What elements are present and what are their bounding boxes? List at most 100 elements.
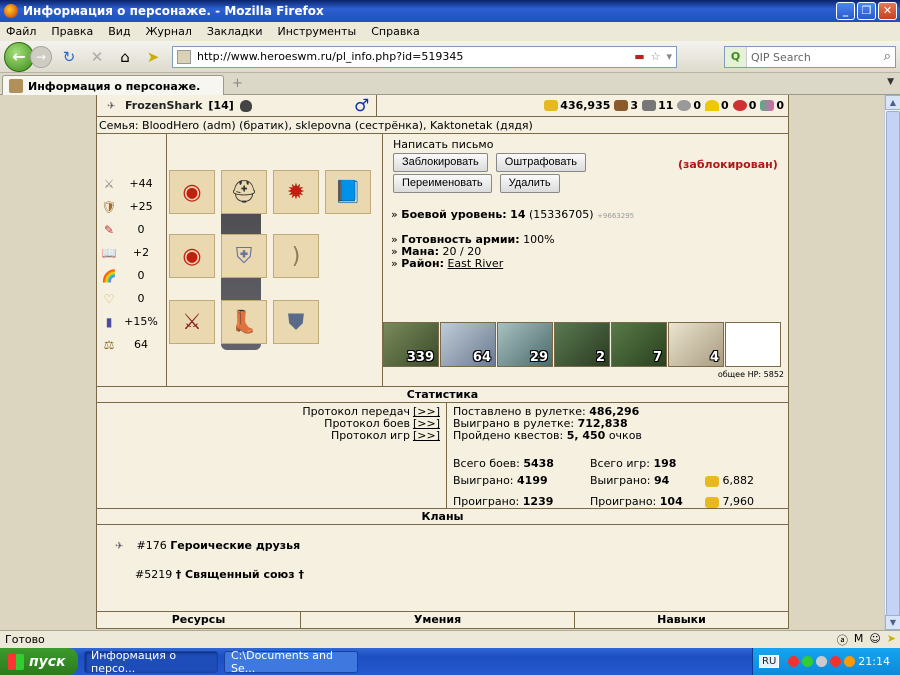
gems-value: 0 xyxy=(776,99,784,112)
stat-value: +2 xyxy=(132,246,150,259)
tab-bar: Информация о персонаже. + ▼ xyxy=(0,73,900,96)
helmet-slot[interactable]: ⛑ xyxy=(221,170,267,214)
block-button[interactable]: Заблокировать xyxy=(393,153,488,172)
close-button[interactable]: ✕ xyxy=(878,2,897,20)
tray-icon-1[interactable] xyxy=(788,656,800,667)
character-page: ✈ FrozenShark [14] ♂ 436,935 3 11 0 0 0 … xyxy=(96,95,789,629)
army-unit[interactable]: 2 xyxy=(554,322,610,367)
menu-tools[interactable]: Инструменты xyxy=(278,25,357,38)
army-unit[interactable]: 339 xyxy=(383,322,439,367)
menu-file[interactable]: Файл xyxy=(6,25,36,38)
url-dropdown-icon[interactable]: ▾ xyxy=(666,50,672,63)
stop-icon[interactable]: ✕ xyxy=(86,46,108,68)
armor-slot[interactable]: ⛨ xyxy=(221,234,267,278)
adblock-icon[interactable]: ⓐ xyxy=(837,632,848,648)
ring-slot-top[interactable]: ◉ xyxy=(169,170,215,214)
qip-search-engine-icon[interactable]: Q xyxy=(725,47,747,67)
army-unit-empty[interactable] xyxy=(725,322,781,367)
army-unit[interactable]: 64 xyxy=(440,322,496,367)
smiley-icon[interactable]: ☺ xyxy=(869,632,880,648)
sulfur-value: 0 xyxy=(721,99,729,112)
clan-id[interactable]: #5219 xyxy=(135,568,172,581)
battles-won-label: Выиграно: xyxy=(453,474,514,487)
boots-slot[interactable]: 👢 xyxy=(221,300,267,344)
home-icon[interactable]: ⌂ xyxy=(114,46,136,68)
unit-count: 4 xyxy=(709,350,719,365)
book-slot[interactable]: 📘 xyxy=(325,170,371,214)
delete-button[interactable]: Удалить xyxy=(499,174,560,193)
fine-button[interactable]: Оштрафовать xyxy=(495,153,586,172)
menu-history[interactable]: Журнал xyxy=(146,25,192,38)
shield-slot[interactable]: ⛊ xyxy=(273,300,319,344)
stat-row: 🛡 +25 xyxy=(97,195,166,218)
gmail-icon[interactable]: M xyxy=(854,632,864,648)
taskbar-firefox[interactable]: Информация о персо... xyxy=(84,649,218,675)
bookmark-star-icon[interactable]: ☆ xyxy=(651,50,661,63)
tray-icon-2[interactable] xyxy=(802,656,814,667)
taskbar-explorer[interactable]: C:\Documents and Se... xyxy=(224,649,358,675)
clan-id[interactable]: #176 xyxy=(137,539,167,552)
bow-slot[interactable]: ) xyxy=(273,234,319,278)
ring-slot-bottom[interactable]: ◉ xyxy=(169,234,215,278)
cursor-icon[interactable]: ➤ xyxy=(887,632,896,648)
menu-bookmarks[interactable]: Закладки xyxy=(207,25,263,38)
weapon-slot[interactable]: ⚔ xyxy=(169,300,215,344)
combat-exp-value: (15336705) xyxy=(528,208,594,221)
start-button[interactable]: пуск xyxy=(0,648,78,675)
new-tab-button[interactable]: + xyxy=(232,76,243,91)
amulet-slot[interactable]: ✹ xyxy=(273,170,319,214)
games-lost-gold: 7,960 xyxy=(705,496,754,508)
crystals-value: 0 xyxy=(748,99,757,112)
statistics-numbers: Поставлено в рулетке: 486,296 Выиграно в… xyxy=(447,403,788,508)
quests-unit: очков xyxy=(608,429,642,442)
cursor-icon[interactable]: ➤ xyxy=(142,46,164,68)
stat-value: 0 xyxy=(137,223,145,236)
search-icon[interactable]: ⌕ xyxy=(884,49,891,64)
vertical-scrollbar[interactable]: ▲ ▼ xyxy=(884,95,900,630)
search-box[interactable]: Q QIP Search ⌕ xyxy=(724,46,896,68)
army-unit[interactable]: 4 xyxy=(668,322,724,367)
minimize-button[interactable]: _ xyxy=(836,2,855,20)
scroll-up-icon[interactable]: ▲ xyxy=(885,95,900,110)
tray-icon-3[interactable] xyxy=(816,656,828,667)
battles-lost-label: Проиграно: xyxy=(453,495,520,508)
write-letter-link[interactable]: Написать письмо xyxy=(393,138,788,151)
army-unit[interactable]: 29 xyxy=(497,322,553,367)
menu-help[interactable]: Справка xyxy=(371,25,419,38)
stat-value: 64 xyxy=(134,338,148,351)
gems-icon xyxy=(760,100,775,111)
scroll-thumb[interactable] xyxy=(886,111,900,616)
battles-value: 5438 xyxy=(523,457,554,470)
url-bar[interactable]: http://www.heroeswm.ru/pl_info.php?id=51… xyxy=(172,45,677,68)
forward-button[interactable]: → xyxy=(30,45,52,68)
menu-edit[interactable]: Правка xyxy=(51,25,93,38)
crystals-icon xyxy=(732,100,747,111)
clan-name[interactable]: † Священный союз † xyxy=(176,568,304,581)
scroll-down-icon[interactable]: ▼ xyxy=(885,615,900,630)
tab-list-dropdown-icon[interactable]: ▼ xyxy=(887,77,894,87)
games-protocol-link[interactable]: [>>] xyxy=(413,429,440,442)
battles-won-value: 4199 xyxy=(517,474,548,487)
menu-bar: Файл Правка Вид Журнал Закладки Инструме… xyxy=(0,22,900,41)
menu-view[interactable]: Вид xyxy=(108,25,130,38)
character-main-row: ⚔ +44 🛡 +25 ✎ 0 📖 +2 🌈 0 ♡ 0 ▮ +15% ⚖ 64 ◉ ⛑ ✹ 📘… xyxy=(97,134,788,387)
reload-icon[interactable]: ↻ xyxy=(58,46,80,68)
games-lost-label: Проиграно: xyxy=(590,495,657,508)
resources-bar: 436,935 3 11 0 0 0 0 xyxy=(377,99,788,112)
mercury-value: 0 xyxy=(693,99,702,112)
tray-icon-4[interactable] xyxy=(830,656,842,667)
maximize-button[interactable]: ❐ xyxy=(857,2,876,20)
character-name[interactable]: FrozenShark xyxy=(125,99,202,112)
stat-row: ⚖ 64 xyxy=(97,333,166,356)
language-indicator[interactable]: RU xyxy=(759,655,780,668)
army-unit[interactable]: 7 xyxy=(611,322,667,367)
combat-level-value: 14 xyxy=(510,208,526,221)
district-label: Район: xyxy=(401,257,444,270)
district-link[interactable]: East River xyxy=(447,257,503,270)
clan-name[interactable]: Героические друзья xyxy=(170,539,300,552)
tab-character-info[interactable]: Информация о персонаже. xyxy=(2,75,224,96)
rename-button[interactable]: Переименовать xyxy=(393,174,492,193)
tray-icon-5[interactable] xyxy=(844,656,856,667)
stat-value: +15% xyxy=(124,315,158,328)
army-ready-value: 100% xyxy=(523,233,555,246)
